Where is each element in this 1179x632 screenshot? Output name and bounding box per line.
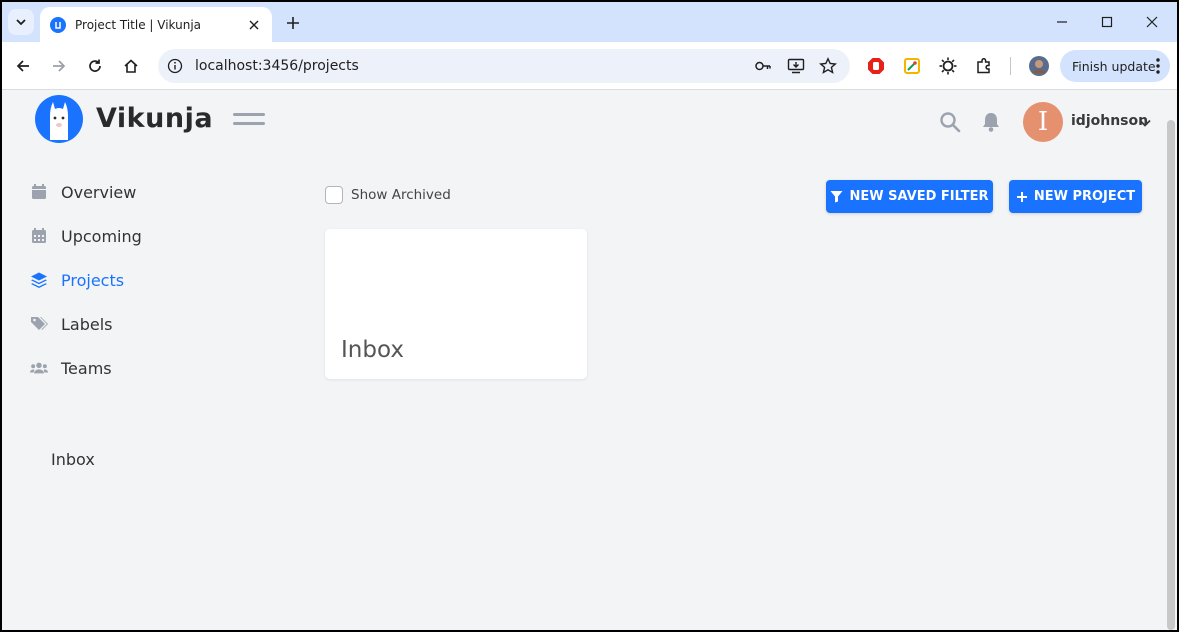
chevron-down-icon[interactable] xyxy=(1138,116,1152,130)
page-scrollbar[interactable] xyxy=(1167,120,1175,630)
new-saved-filter-label: NEW SAVED FILTER xyxy=(849,189,989,204)
address-bar[interactable]: localhost:3456/projects xyxy=(158,49,850,83)
tab-search-button[interactable] xyxy=(8,9,34,35)
logo-text: Vikunja xyxy=(96,103,214,134)
sidebar-item-label: Upcoming xyxy=(61,226,142,246)
finish-update-label: Finish update xyxy=(1072,58,1156,74)
arrow-right-icon xyxy=(53,60,66,72)
new-project-button[interactable]: NEW PROJECT xyxy=(1009,180,1142,213)
filter-icon xyxy=(830,191,843,203)
browser-window: Project Title | Vikunja localhost:3456/p… xyxy=(2,2,1177,630)
reload-button[interactable] xyxy=(81,52,109,80)
tab-close-button[interactable] xyxy=(246,17,262,33)
calendar-icon xyxy=(32,184,46,199)
sidebar-project-inbox[interactable]: Inbox xyxy=(51,450,95,469)
project-card-title: Inbox xyxy=(341,337,404,363)
search-icon[interactable] xyxy=(939,111,961,133)
extensions-puzzle-icon[interactable] xyxy=(974,56,994,76)
browser-toolbar: localhost:3456/projects Finish update xyxy=(2,42,1177,90)
home-button[interactable] xyxy=(117,52,145,80)
show-archived-checkbox[interactable] xyxy=(325,186,343,204)
minimize-icon xyxy=(1057,21,1067,23)
vikunja-app: Vikunja I idjohnson Overview Upcoming Pr… xyxy=(2,91,1177,630)
profile-avatar-icon[interactable] xyxy=(1028,55,1050,77)
sidebar-item-label: Overview xyxy=(61,182,137,202)
password-key-icon[interactable] xyxy=(753,56,773,76)
tags-icon xyxy=(31,317,48,330)
hamburger-line xyxy=(233,122,265,125)
notifications-bell-icon[interactable] xyxy=(980,111,1002,133)
show-archived-toggle[interactable]: Show Archived xyxy=(325,186,451,204)
sidebar-item-label: Labels xyxy=(61,314,113,334)
maximize-icon xyxy=(1101,16,1113,28)
hamburger-icon xyxy=(233,113,265,116)
vikunja-favicon-icon xyxy=(50,16,66,33)
url-text: localhost:3456/projects xyxy=(195,58,359,74)
browser-tab[interactable]: Project Title | Vikunja xyxy=(40,7,272,42)
new-project-label: NEW PROJECT xyxy=(1033,189,1136,204)
layers-icon xyxy=(31,272,47,288)
new-saved-filter-button[interactable]: NEW SAVED FILTER xyxy=(826,180,993,213)
sidebar-item-overview[interactable]: Overview xyxy=(30,179,136,205)
site-info-icon[interactable] xyxy=(167,58,183,74)
sidebar-item-label: Teams xyxy=(61,358,112,378)
toolbar-divider xyxy=(1010,57,1011,75)
sidebar-item-label: Projects xyxy=(61,270,125,290)
home-icon xyxy=(124,59,138,73)
project-card-inbox[interactable]: Inbox xyxy=(325,229,587,379)
plus-icon xyxy=(1016,191,1027,202)
adblock-extension-icon[interactable] xyxy=(866,56,886,76)
user-avatar[interactable]: I xyxy=(1023,102,1063,142)
back-button[interactable] xyxy=(9,52,37,80)
close-icon xyxy=(1146,16,1158,28)
install-app-icon[interactable] xyxy=(786,56,806,76)
sidebar-item-upcoming[interactable]: Upcoming xyxy=(30,223,142,249)
arrow-left-icon xyxy=(16,60,29,72)
close-icon xyxy=(249,20,259,29)
more-vertical-icon xyxy=(1156,58,1160,74)
finish-update-button[interactable]: Finish update xyxy=(1060,50,1170,82)
menu-toggle-button[interactable] xyxy=(233,113,265,129)
username-label[interactable]: idjohnson xyxy=(1071,113,1148,129)
vikunja-logo-icon[interactable] xyxy=(34,94,84,144)
color-extension-icon[interactable] xyxy=(902,56,922,76)
new-tab-button[interactable] xyxy=(282,12,304,34)
close-window-button[interactable] xyxy=(1130,8,1174,36)
sidebar-item-teams[interactable]: Teams xyxy=(30,355,112,381)
sun-extension-icon[interactable] xyxy=(938,56,958,76)
tab-title: Project Title | Vikunja xyxy=(75,17,202,32)
bookmark-star-icon[interactable] xyxy=(818,56,838,76)
forward-button[interactable] xyxy=(45,52,73,80)
sidebar-item-labels[interactable]: Labels xyxy=(30,311,113,337)
chevron-down-icon xyxy=(16,19,26,26)
plus-icon xyxy=(287,17,299,29)
users-icon xyxy=(30,362,48,374)
calendar-grid-icon xyxy=(32,228,46,243)
show-archived-label: Show Archived xyxy=(351,187,451,203)
tab-strip: Project Title | Vikunja xyxy=(2,2,1177,42)
maximize-button[interactable] xyxy=(1085,8,1129,36)
minimize-button[interactable] xyxy=(1040,8,1084,36)
reload-icon xyxy=(89,59,101,72)
sidebar-item-projects[interactable]: Projects xyxy=(30,267,124,293)
